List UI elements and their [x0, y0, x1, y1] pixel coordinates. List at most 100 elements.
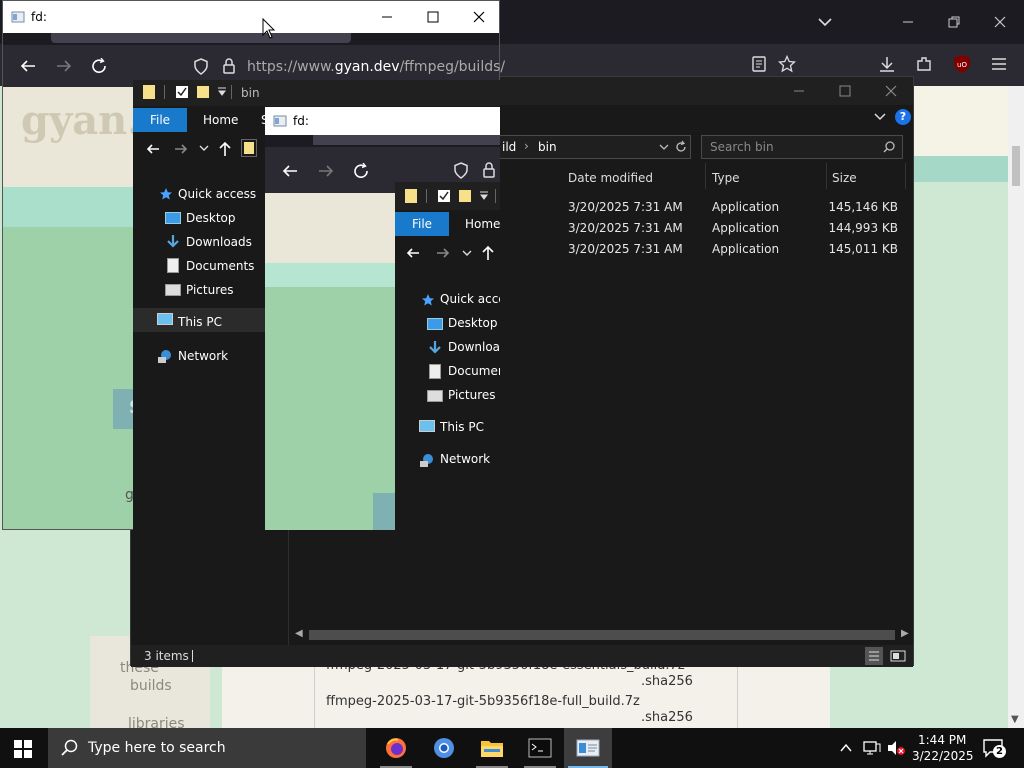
properties-icon[interactable]: [437, 189, 451, 203]
clock[interactable]: 1:44 PM 3/22/2025: [908, 731, 974, 767]
nav-downloads[interactable]: Downloads: [186, 235, 252, 249]
refresh-icon[interactable]: [674, 140, 688, 154]
lock-icon[interactable]: [481, 161, 497, 179]
maximize-button[interactable]: [837, 83, 853, 99]
large-icons-view-button[interactable]: [889, 647, 907, 665]
scroll-left-icon[interactable]: ◀: [295, 628, 303, 639]
details-view-button[interactable]: [865, 647, 883, 665]
column-date-modified[interactable]: Date modified: [568, 171, 653, 185]
maximize-button[interactable]: [425, 9, 441, 25]
minimize-button[interactable]: [898, 12, 918, 32]
breadcrumb-parent[interactable]: ild: [502, 140, 516, 154]
taskbar-firefox[interactable]: [372, 728, 420, 768]
url-bar[interactable]: https://www.gyan.dev/ffmpeg/builds/: [247, 59, 505, 75]
nav-documents[interactable]: Documents: [186, 259, 254, 273]
nav-desktop[interactable]: Desktop: [186, 211, 236, 225]
properties-icon[interactable]: [175, 85, 189, 99]
browser-scrollbar[interactable]: ▼: [1008, 86, 1024, 728]
tab-home[interactable]: Home: [465, 217, 500, 231]
scrollbar-thumb[interactable]: [1012, 146, 1020, 186]
list-tabs-button[interactable]: [816, 14, 834, 30]
scrollbar-thumb[interactable]: [309, 630, 895, 640]
start-button[interactable]: [14, 740, 32, 758]
taskbar-terminal[interactable]: [516, 728, 564, 768]
column-type[interactable]: Type: [712, 171, 740, 185]
column-size[interactable]: Size: [832, 171, 857, 185]
explorer-titlebar[interactable]: [395, 182, 500, 210]
taskbar-active-window[interactable]: [564, 728, 612, 768]
tab-file[interactable]: File: [395, 212, 449, 236]
active-tab[interactable]: [51, 33, 351, 43]
close-button[interactable]: [471, 9, 487, 25]
tracking-protection-icon[interactable]: [453, 162, 469, 180]
ublock-icon[interactable]: uO: [952, 54, 972, 74]
nav-pictures[interactable]: Pictures: [186, 283, 234, 297]
active-tab[interactable]: [313, 135, 500, 145]
nav-this-pc[interactable]: This PC: [178, 315, 222, 329]
lock-icon[interactable]: [221, 57, 237, 75]
back-button[interactable]: [145, 141, 161, 157]
expand-ribbon-button[interactable]: [873, 110, 887, 124]
scroll-right-icon[interactable]: ▶: [901, 628, 909, 639]
taskbar-search-box[interactable]: Type here to search: [48, 728, 366, 768]
minimize-button[interactable]: [791, 83, 807, 99]
close-button[interactable]: [990, 12, 1010, 32]
address-dropdown-icon[interactable]: [658, 141, 670, 153]
tracking-protection-icon[interactable]: [193, 58, 209, 76]
close-button[interactable]: [883, 83, 899, 99]
address-folder-icon[interactable]: [241, 139, 257, 157]
file-ext-essentials[interactable]: .sha256: [641, 674, 693, 689]
horizontal-scrollbar[interactable]: ◀ ▶: [293, 627, 913, 643]
forward-button[interactable]: [435, 245, 451, 261]
back-button[interactable]: [19, 58, 37, 74]
nav-this-pc[interactable]: This PC: [440, 420, 484, 434]
tab-home[interactable]: Home: [203, 113, 238, 127]
window-titlebar[interactable]: fd:: [3, 1, 499, 33]
up-button[interactable]: [480, 244, 496, 262]
nav-quick-access[interactable]: Quick access: [178, 187, 256, 201]
nav-this-pc-row[interactable]: This PC: [133, 308, 265, 332]
reload-button[interactable]: [353, 163, 371, 179]
show-hidden-icons-button[interactable]: [838, 740, 854, 756]
taskbar-chrome[interactable]: [420, 728, 468, 768]
search-box[interactable]: Search bin: [701, 135, 903, 159]
recent-locations-icon[interactable]: [199, 143, 209, 153]
restore-button[interactable]: [944, 12, 964, 32]
nav-quick-access[interactable]: Quick acces: [440, 292, 500, 306]
minimize-button[interactable]: [379, 9, 395, 25]
file-ext-full[interactable]: .sha256: [641, 710, 693, 725]
nav-network[interactable]: Network: [178, 349, 228, 363]
nav-desktop[interactable]: Desktop: [448, 316, 500, 330]
volume-muted-icon[interactable]: [886, 739, 906, 757]
help-icon[interactable]: ?: [895, 109, 911, 125]
back-button[interactable]: [281, 163, 299, 179]
app-menu-icon[interactable]: [990, 56, 1008, 72]
bookmark-star-icon[interactable]: [778, 55, 796, 73]
nav-pictures[interactable]: Pictures: [448, 388, 500, 402]
network-status-icon[interactable]: [862, 739, 882, 757]
new-folder-icon[interactable]: [459, 190, 471, 202]
tab-file[interactable]: File: [133, 108, 187, 132]
explorer-titlebar[interactable]: bin: [133, 80, 500, 106]
scroll-down-icon[interactable]: ▼: [1011, 714, 1019, 725]
qat-dropdown-icon[interactable]: [479, 190, 489, 202]
reload-button[interactable]: [91, 58, 109, 74]
address-bar[interactable]: ild › bin: [497, 135, 691, 159]
file-link-full[interactable]: ffmpeg-2025-03-17-git-5b9356f18e-full_bu…: [326, 694, 640, 709]
breadcrumb-current[interactable]: bin: [538, 140, 557, 154]
back-button[interactable]: [405, 245, 421, 261]
qat-dropdown-icon[interactable]: [217, 86, 227, 98]
action-center-button[interactable]: 2: [982, 738, 1006, 758]
reader-view-icon[interactable]: [750, 55, 768, 73]
recent-locations-icon[interactable]: [462, 248, 472, 258]
new-folder-icon[interactable]: [197, 86, 209, 98]
taskbar-file-explorer[interactable]: [468, 728, 516, 768]
nav-network[interactable]: Network: [440, 452, 490, 466]
forward-button[interactable]: [173, 141, 189, 157]
forward-button[interactable]: [55, 58, 73, 74]
downloads-icon[interactable]: [878, 55, 896, 73]
extensions-icon[interactable]: [915, 55, 933, 73]
up-button[interactable]: [217, 140, 233, 158]
window-titlebar[interactable]: fd:: [265, 107, 500, 135]
forward-button[interactable]: [317, 163, 335, 179]
